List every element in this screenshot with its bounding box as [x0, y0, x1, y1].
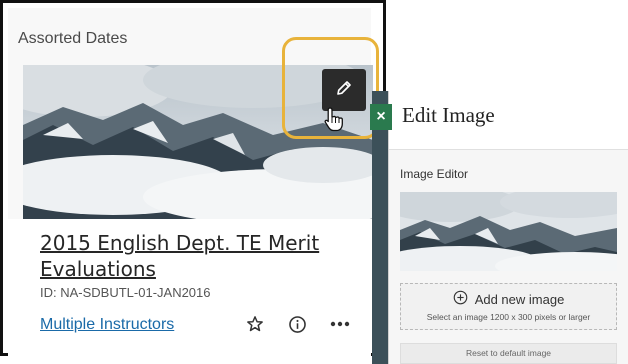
image-editor-label: Image Editor	[400, 167, 469, 181]
star-icon[interactable]	[244, 313, 266, 335]
info-icon[interactable]	[286, 313, 308, 335]
more-icon[interactable]	[329, 313, 351, 335]
edit-image-button[interactable]	[322, 69, 366, 111]
add-new-image-dropzone[interactable]: Add new image Select an image 1200 x 300…	[400, 283, 617, 330]
close-icon: ×	[376, 108, 386, 125]
instructors-link[interactable]: Multiple Instructors	[40, 316, 174, 334]
pencil-icon	[335, 79, 353, 102]
hand-pointer-icon	[322, 106, 346, 132]
close-button[interactable]: ×	[370, 104, 392, 130]
add-image-hint: Select an image 1200 x 300 pixels or lar…	[426, 312, 591, 322]
course-title-link[interactable]: 2015 English Dept. TE Merit Evaluations	[40, 230, 340, 282]
reset-default-image-button[interactable]: Reset to default image	[400, 343, 617, 364]
image-preview	[400, 192, 617, 271]
course-id: ID: NA-SDBUTL-01-JAN2016	[40, 285, 211, 300]
panel-title: Edit Image	[402, 103, 495, 127]
add-new-image-label: Add new image	[474, 291, 565, 307]
card-heading: Assorted Dates	[18, 30, 128, 47]
plus-circle-icon	[453, 290, 468, 308]
